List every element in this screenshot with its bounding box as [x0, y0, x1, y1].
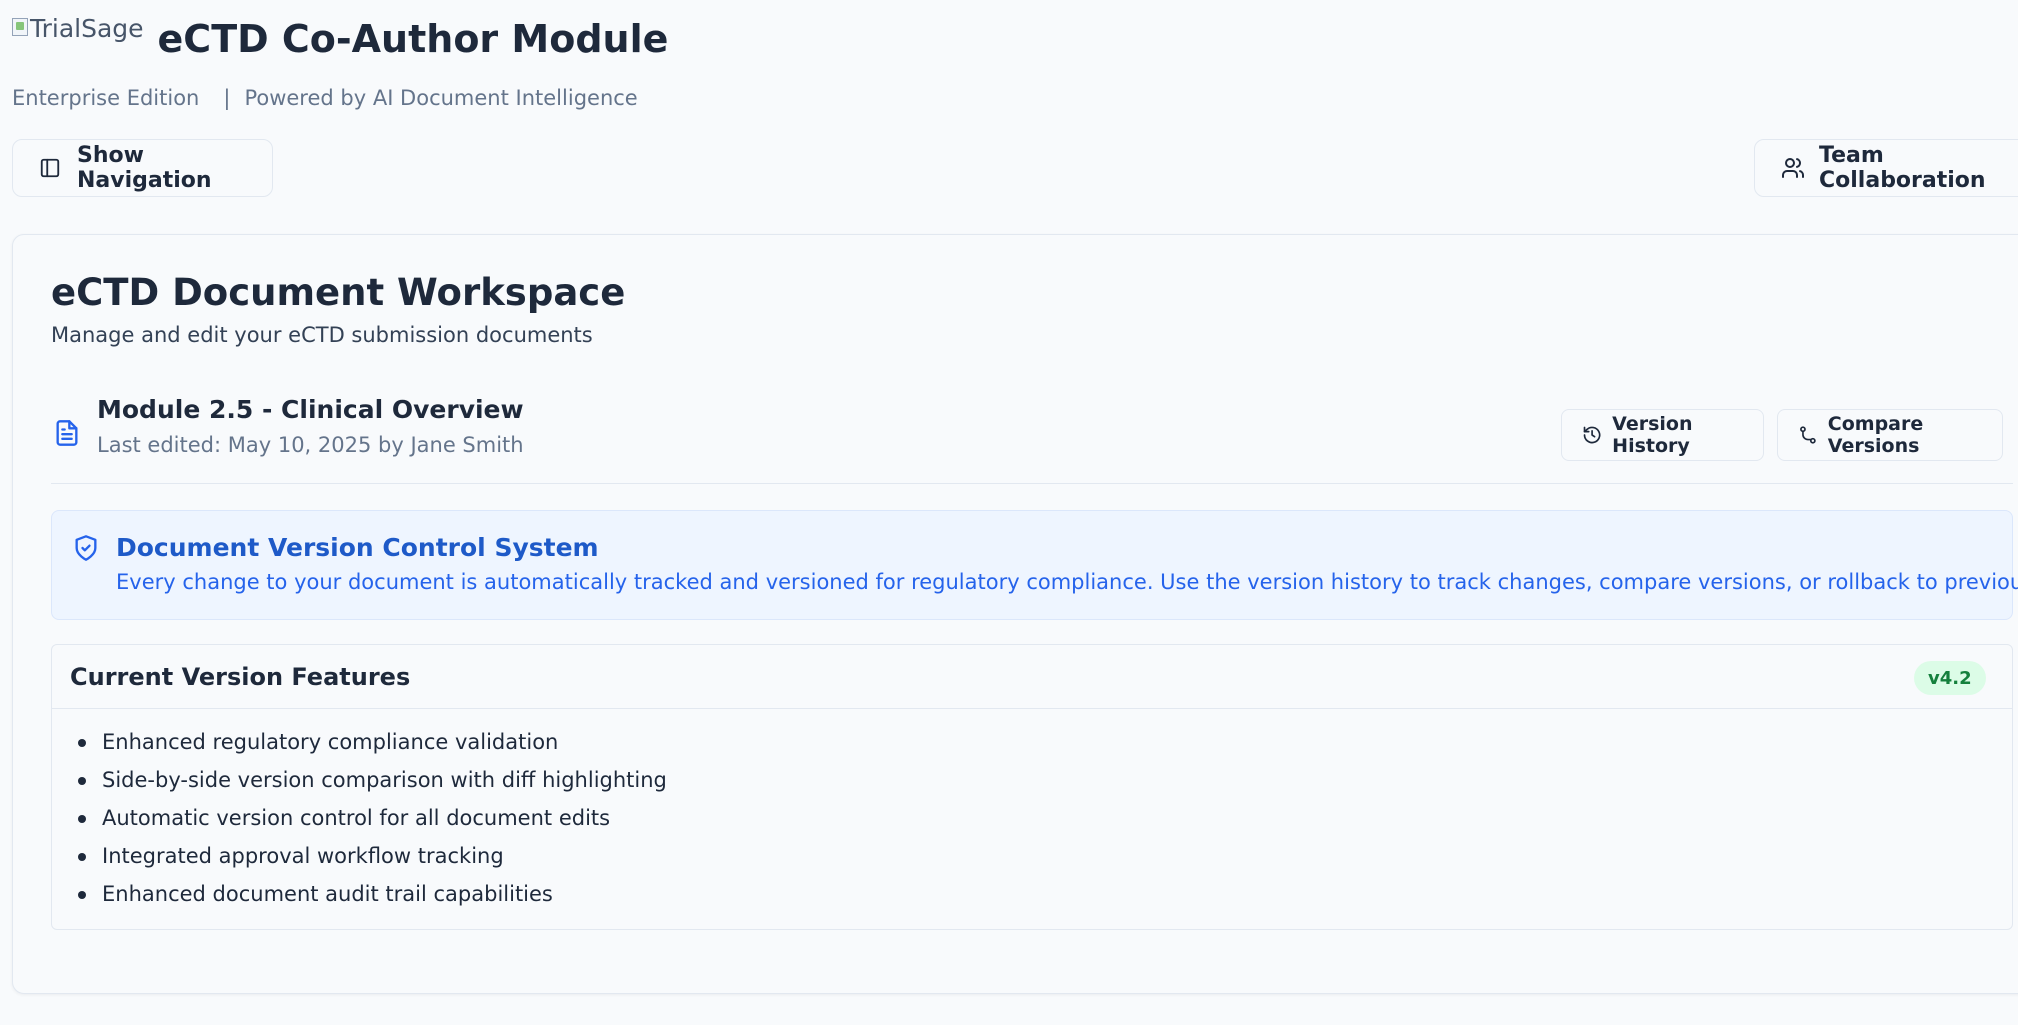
app-header: TrialSage eCTD Co-Author Module Enterpri… — [12, 14, 912, 110]
alert-text: Every change to your document is automat… — [116, 570, 2018, 594]
git-compare-icon — [1800, 426, 1816, 444]
compare-versions-label: Compare Versions — [1827, 413, 1924, 457]
app-title: eCTD Co-Author Module — [157, 17, 669, 61]
document-last-edited: Last edited: May 10, 2025 by Jane Smith — [97, 433, 524, 457]
version-history-button[interactable]: Version History — [1561, 409, 1764, 461]
features-list: Enhanced regulatory compliance validatio… — [78, 727, 667, 917]
workspace-title: eCTD Document Workspace — [51, 271, 626, 314]
list-item: Side-by-side version comparison with dif… — [78, 765, 667, 803]
file-text-icon — [56, 420, 78, 446]
sidebar-panel-icon — [40, 158, 60, 178]
document-header: Module 2.5 - Clinical Overview Last edit… — [51, 395, 2013, 467]
header-title-row: TrialSage eCTD Co-Author Module — [12, 14, 912, 62]
workspace-card: eCTD Document Workspace Manage and edit … — [12, 234, 2018, 994]
powered-by-label: Powered by AI Document Intelligence — [244, 86, 638, 110]
version-badge: v4.2 — [1914, 661, 1986, 695]
features-header: Current Version Features v4.2 — [52, 645, 2012, 709]
workspace-subtitle: Manage and edit your eCTD submission doc… — [51, 323, 593, 347]
section-divider — [51, 483, 2013, 484]
shield-check-icon — [75, 535, 97, 561]
header-separator: | — [223, 86, 231, 110]
list-item: Enhanced document audit trail capabiliti… — [78, 879, 667, 917]
features-card: Current Version Features v4.2 Enhanced r… — [51, 644, 2013, 930]
features-title: Current Version Features — [70, 663, 411, 691]
document-name: Module 2.5 - Clinical Overview — [97, 395, 524, 424]
team-collaboration-label: Team Collaboration — [1819, 143, 1986, 193]
version-control-alert: Document Version Control System Every ch… — [51, 510, 2018, 620]
show-navigation-label: Show Navigation — [77, 143, 212, 193]
header-subtitle: Enterprise Edition | Powered by AI Docum… — [12, 86, 912, 110]
alert-title: Document Version Control System — [116, 533, 599, 562]
list-item: Automatic version control for all docume… — [78, 803, 667, 841]
compare-versions-button[interactable]: Compare Versions — [1777, 409, 2003, 461]
list-item: Enhanced regulatory compliance validatio… — [78, 727, 667, 765]
show-navigation-button[interactable]: Show Navigation — [12, 139, 273, 197]
team-collaboration-button[interactable]: Team Collaboration — [1754, 139, 2018, 197]
logo-alt-text: TrialSage — [30, 14, 144, 43]
broken-image-icon — [12, 18, 28, 36]
users-icon — [1782, 158, 1804, 178]
edition-label: Enterprise Edition — [12, 86, 200, 110]
list-item: Integrated approval workflow tracking — [78, 841, 667, 879]
history-icon — [1583, 426, 1601, 444]
logo-image: TrialSage — [12, 14, 144, 44]
version-history-label: Version History — [1612, 413, 1693, 457]
